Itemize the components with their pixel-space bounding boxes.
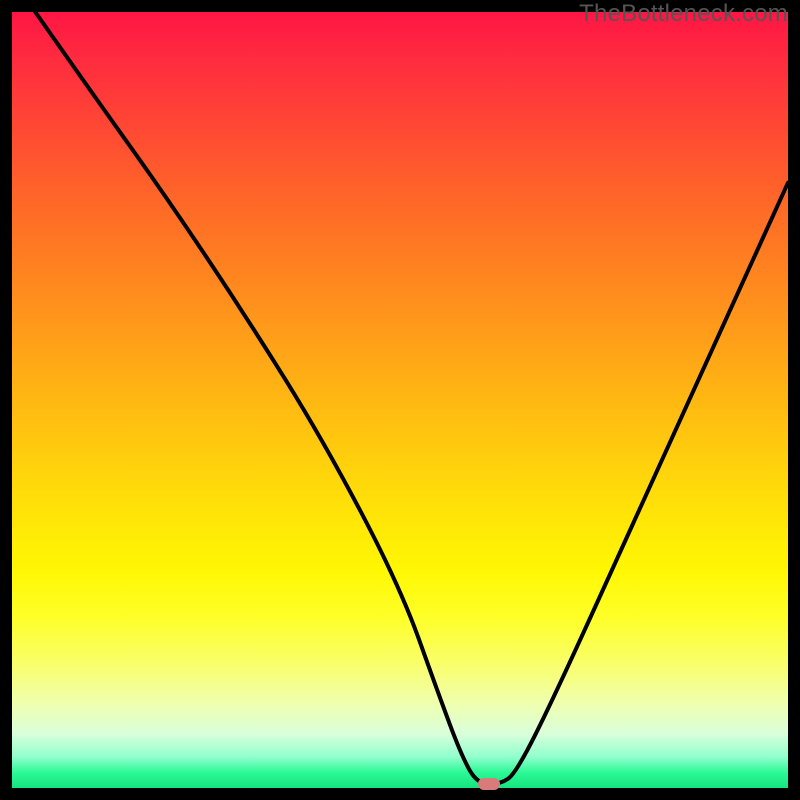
watermark-text: TheBottleneck.com	[579, 0, 788, 28]
optimal-marker	[478, 778, 500, 790]
bottleneck-curve	[12, 12, 788, 788]
chart-container: TheBottleneck.com	[0, 0, 800, 800]
